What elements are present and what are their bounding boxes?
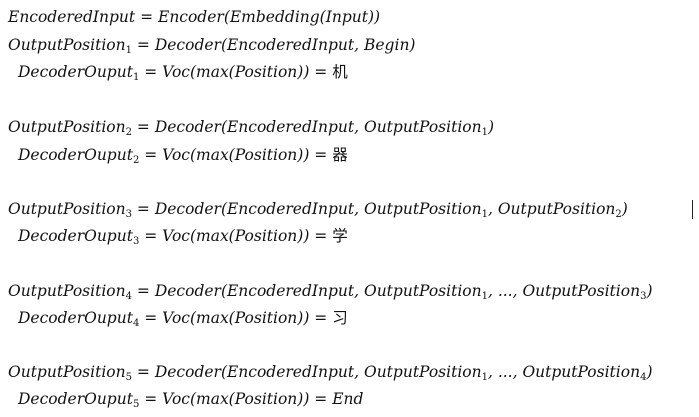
equation-rhs-end: ): [646, 282, 653, 300]
equation-line-6: OutputPosition3 = Decoder(EncoderedInput…: [8, 199, 628, 220]
equation-lhs: OutputPosition: [8, 200, 126, 218]
equation-rhs: Voc(max(Position)) =: [162, 63, 333, 81]
equation-line-8: OutputPosition4 = Decoder(EncoderedInput…: [8, 281, 653, 302]
equation-rhs: Decoder(EncoderedInput, OutputPosition: [154, 363, 482, 381]
equation-rhs: Decoder(EncoderedInput, Begin): [154, 36, 416, 54]
equals-sign: =: [139, 227, 163, 245]
equation-lhs: DecoderOuput: [18, 63, 133, 81]
output-character: 器: [332, 146, 348, 164]
equation-rhs-end: ): [646, 363, 653, 381]
equation-line-2: OutputPosition1 = Decoder(EncoderedInput…: [8, 35, 416, 56]
equation-rhs: Voc(max(Position)) =: [162, 146, 333, 164]
equation-rhs-middle: , OutputPosition: [487, 200, 616, 218]
equation-line-11: DecoderOuput5 = Voc(max(Position)) = End: [18, 389, 364, 410]
output-character: 机: [332, 63, 348, 81]
equation-line-5: DecoderOuput2 = Voc(max(Position)) = 器: [18, 145, 348, 166]
equation-line-7: DecoderOuput3 = Voc(max(Position)) = 学: [18, 226, 348, 247]
equation-lhs: OutputPosition: [8, 363, 126, 381]
equation-rhs: Decoder(EncoderedInput, OutputPosition: [154, 282, 482, 300]
equation-lhs: DecoderOuput: [18, 146, 133, 164]
equation-rhs: Voc(max(Position)) = End: [162, 390, 364, 408]
output-character: 习: [332, 309, 348, 327]
equation-rhs-end: ): [621, 200, 628, 218]
equals-sign: =: [131, 36, 155, 54]
equation-lhs: DecoderOuput: [18, 390, 133, 408]
text-cursor: [692, 200, 693, 219]
equation-rhs: Voc(max(Position)) =: [162, 309, 333, 327]
equation-rhs: Voc(max(Position)) =: [162, 227, 333, 245]
equation-rhs: Encoder(Embedding(Input)): [158, 8, 381, 26]
equation-rhs-end: ): [487, 118, 495, 136]
equation-document: EncoderedInput = Encoder(Embedding(Input…: [0, 0, 699, 417]
equation-lhs: DecoderOuput: [18, 227, 133, 245]
equation-line-9: DecoderOuput4 = Voc(max(Position)) = 习: [18, 308, 348, 329]
equation-rhs-middle: , ..., OutputPosition: [487, 363, 641, 381]
equals-sign: =: [131, 200, 155, 218]
equation-line-3: DecoderOuput1 = Voc(max(Position)) = 机: [18, 62, 348, 83]
equation-lhs: EncoderedInput: [8, 8, 136, 26]
equation-lhs: OutputPosition: [8, 282, 126, 300]
equals-sign: =: [131, 118, 155, 136]
equals-sign: =: [135, 8, 158, 26]
equation-line-1: EncoderedInput = Encoder(Embedding(Input…: [8, 7, 380, 27]
equals-sign: =: [139, 63, 163, 81]
equation-lhs: OutputPosition: [8, 36, 126, 54]
equation-rhs: Decoder(EncoderedInput, OutputPosition: [154, 118, 482, 136]
equation-lhs: OutputPosition: [8, 118, 126, 136]
output-character: 学: [332, 227, 348, 245]
equals-sign: =: [139, 309, 163, 327]
equals-sign: =: [139, 390, 163, 408]
equation-lhs: DecoderOuput: [18, 309, 133, 327]
equation-line-4: OutputPosition2 = Decoder(EncoderedInput…: [8, 117, 495, 138]
equals-sign: =: [131, 282, 155, 300]
equation-line-10: OutputPosition5 = Decoder(EncoderedInput…: [8, 362, 653, 383]
equals-sign: =: [139, 146, 163, 164]
equation-rhs: Decoder(EncoderedInput, OutputPosition: [154, 200, 482, 218]
equation-rhs-middle: , ..., OutputPosition: [487, 282, 641, 300]
equals-sign: =: [131, 363, 155, 381]
